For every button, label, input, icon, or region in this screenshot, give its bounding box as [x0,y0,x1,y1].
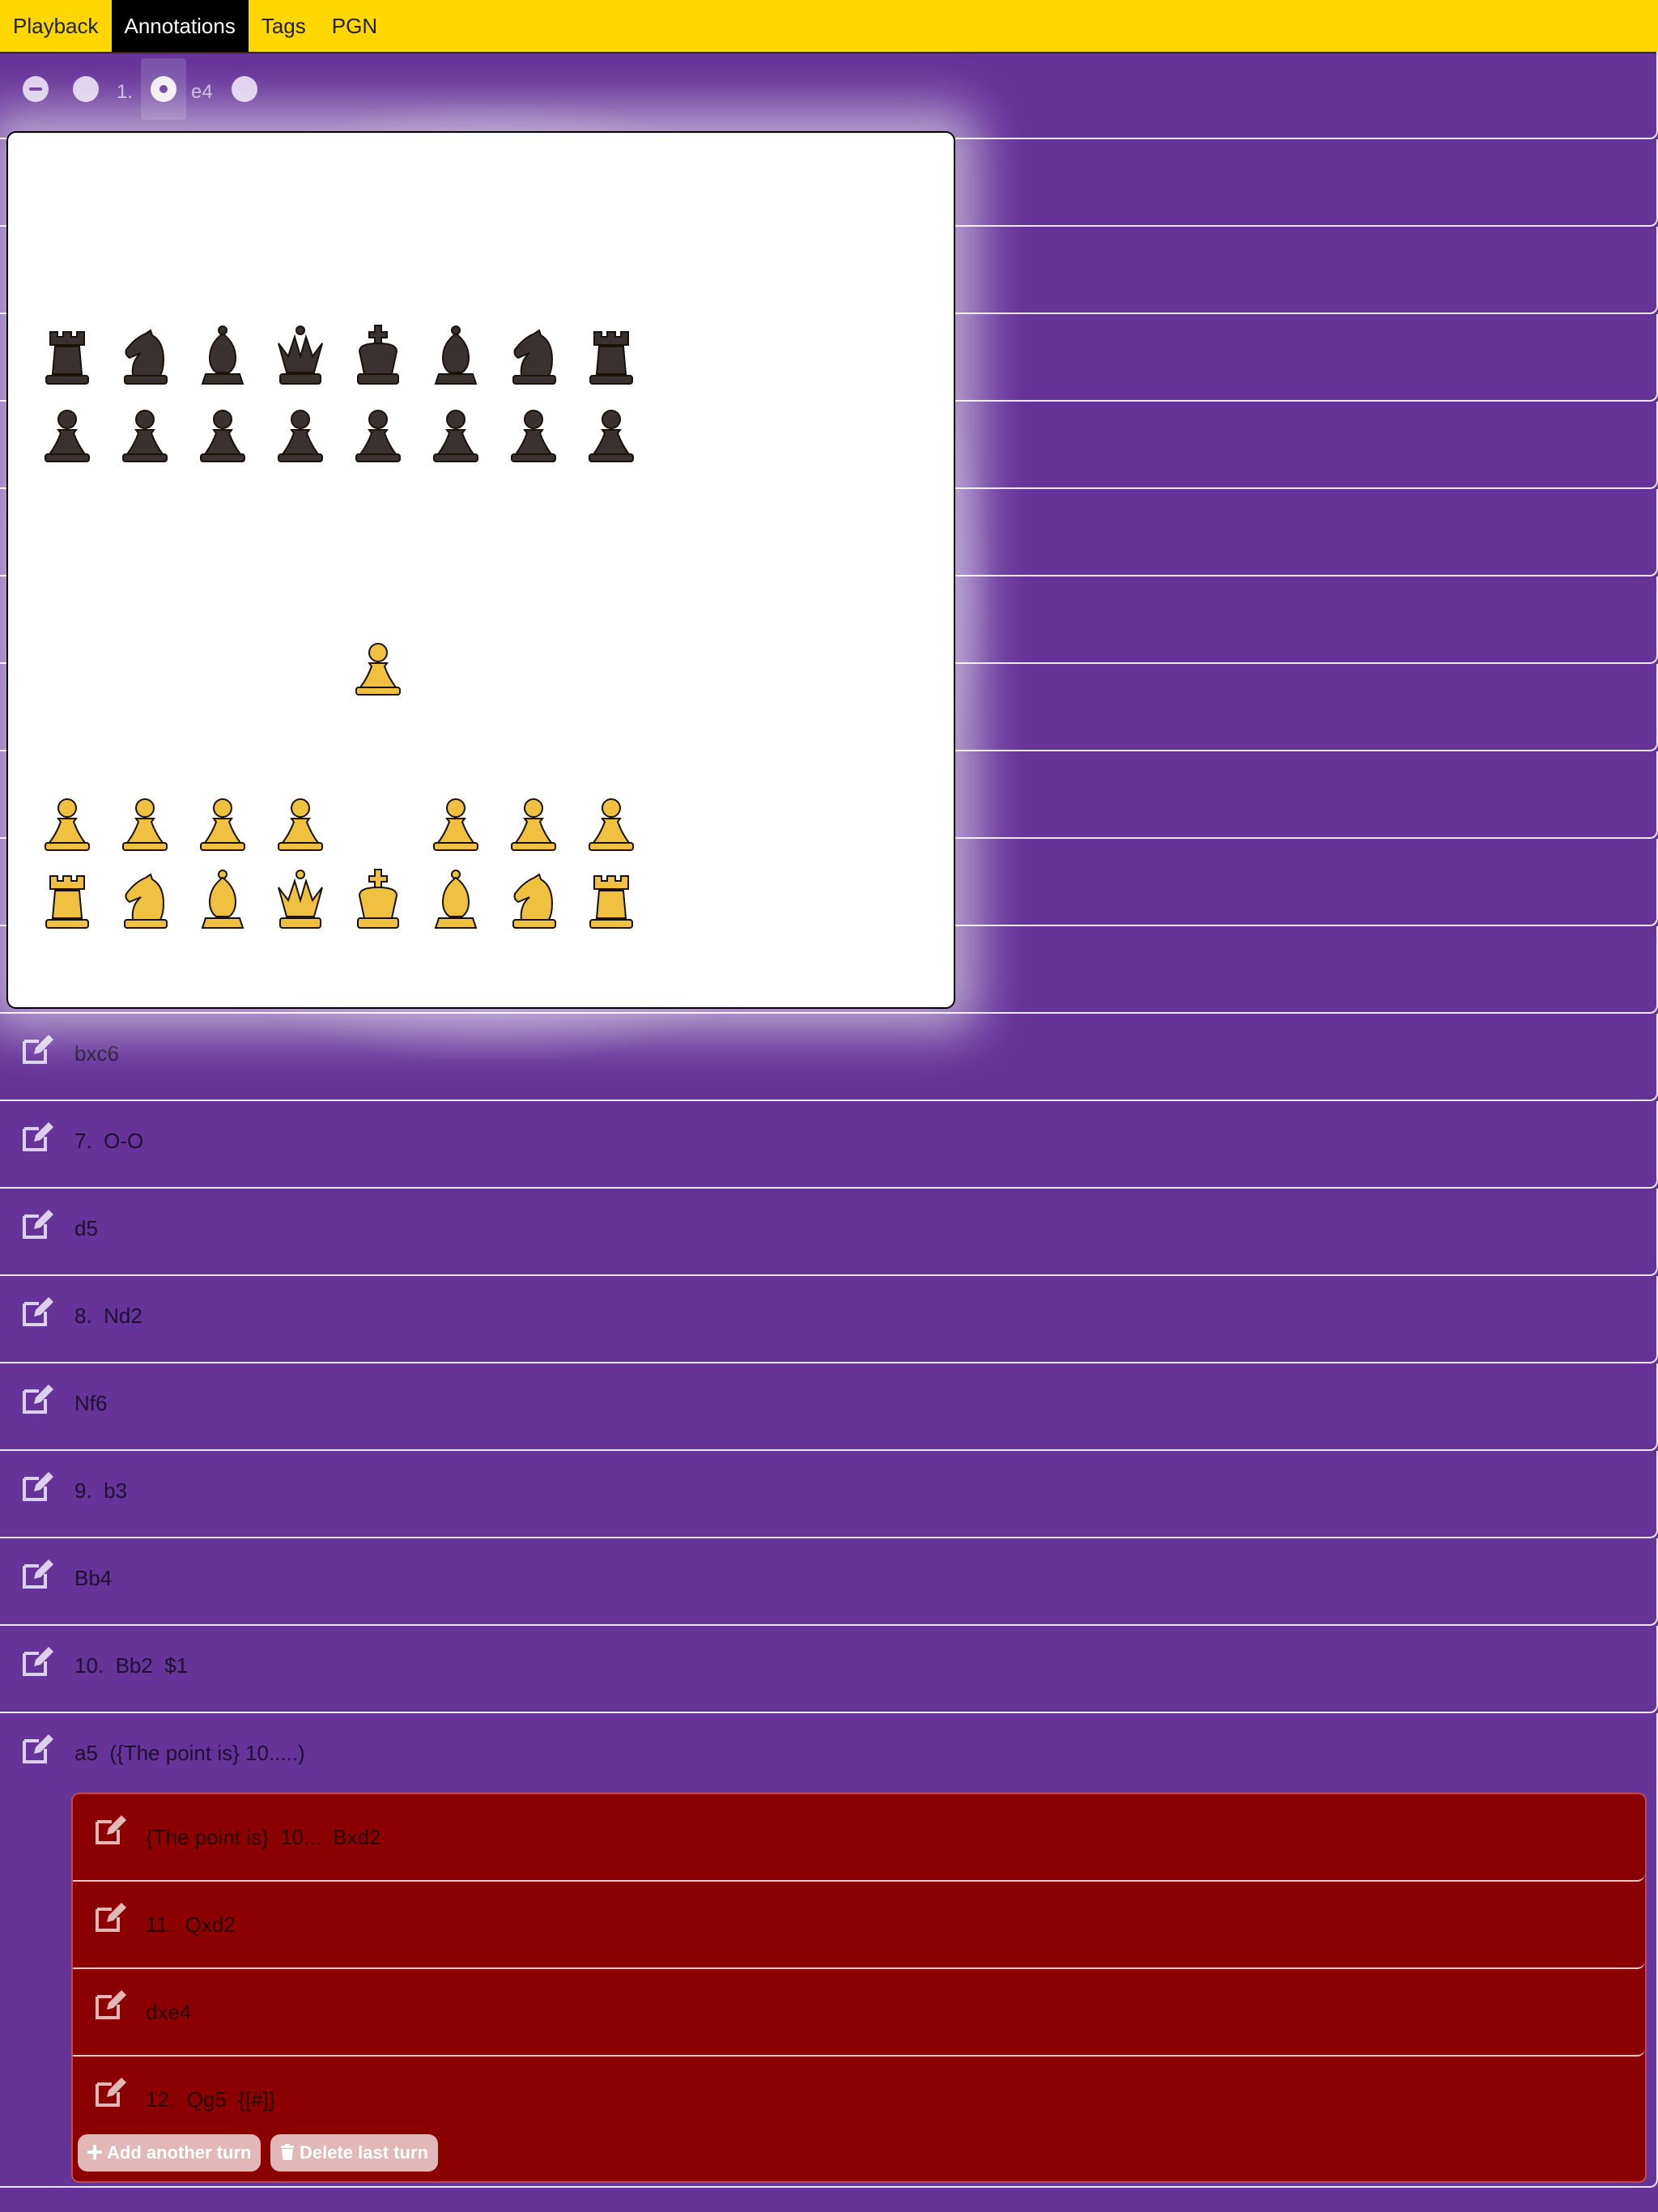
chess-board[interactable] [8,133,954,1007]
white-pawn-b2[interactable] [122,798,168,851]
move-text: 10. Bb2 $1 [74,1653,189,1678]
variation-move-text: 12. Qg5 {[#]} [146,2087,276,2112]
white-rook-a1[interactable] [45,875,89,929]
black-pawn-f7[interactable] [433,410,478,462]
white-rook-h1[interactable] [589,875,633,929]
white-bishop-f1[interactable] [434,870,478,929]
variation-move-text: {The point is} 10... Bxd2 [146,1825,381,1849]
variation-panel: {The point is} 10... Bxd2 11. Qxd2 dxe4 … [71,1793,1647,2183]
variation-move-text: dxe4 [146,2000,192,2024]
edit-icon[interactable] [21,1208,53,1240]
table-row: Nf6 [0,1363,1658,1451]
white-king-e1[interactable] [357,869,399,929]
table-row: 7. O-O [0,1101,1658,1189]
black-pawn-b7[interactable] [122,410,168,462]
black-pawn-c7[interactable] [200,410,245,462]
table-row: 8. Nd2 [0,1276,1658,1363]
add-turn-button[interactable]: Add another turn [78,2134,261,2172]
edit-icon[interactable] [21,1733,53,1765]
variation-row: 11. Qxd2 [73,1882,1645,1969]
black-knight-g8[interactable] [512,329,556,385]
variation-row: dxe4 [73,1969,1645,2057]
white-pawn-d2[interactable] [278,798,323,851]
table-row: Bb4 [0,1538,1658,1626]
black-king-e8[interactable] [357,325,399,385]
white-pawn-c2[interactable] [200,798,245,851]
move-text: d5 [74,1216,98,1240]
black-bishop-f8[interactable] [434,325,478,385]
black-rook-h8[interactable] [589,331,633,385]
add-turn-label: Add another turn [107,2142,252,2163]
black-bishop-c8[interactable] [201,325,244,385]
white-knight-g1[interactable] [512,873,556,929]
plus-icon [87,2145,102,2159]
move-text: 8. Nd2 [74,1304,142,1328]
edit-icon[interactable] [21,1470,53,1503]
tab-pgn[interactable]: PGN [319,0,390,52]
black-rook-a8[interactable] [45,331,89,385]
white-knight-b1[interactable] [124,873,168,929]
black-queen-d8[interactable] [278,325,323,385]
white-bishop-c1[interactable] [201,870,244,929]
edit-icon[interactable] [94,2076,126,2108]
variation-row: 12. Qg5 {[#]} [73,2057,1645,2129]
white-pawn-e4[interactable] [355,643,401,696]
move-text: a5 ({The point is} 10.....) [74,1741,305,1765]
move-text: 7. O-O [74,1129,144,1153]
black-pawn-g7[interactable] [511,410,556,462]
edit-icon[interactable] [21,1645,53,1678]
black-pawn-a7[interactable] [45,410,90,462]
tab-playback[interactable]: Playback [0,0,112,52]
white-pawn-h2[interactable] [589,798,634,851]
white-pawn-g2[interactable] [511,798,556,851]
delete-turn-label: Delete last turn [300,2142,428,2163]
table-row: d5 [0,1189,1658,1276]
black-pawn-h7[interactable] [589,410,634,462]
delete-turn-button[interactable]: Delete last turn [270,2134,438,2172]
edit-icon[interactable] [21,1558,53,1590]
variation-move-text: 11. Qxd2 [146,1912,236,1937]
move-text: 9. b3 [74,1478,128,1503]
white-pawn-a2[interactable] [45,798,90,851]
edit-icon[interactable] [21,1383,53,1415]
white-pawn-f2[interactable] [433,798,478,851]
chess-board-popup [6,131,955,1009]
white-queen-d1[interactable] [278,870,323,929]
top-nav: Playback Annotations Tags PGN [0,0,1658,53]
edit-icon[interactable] [21,1295,53,1328]
black-pawn-e7[interactable] [355,410,401,462]
edit-icon[interactable] [94,1901,126,1933]
edit-icon[interactable] [94,1814,126,1846]
move-text: Nf6 [74,1391,108,1415]
trash-icon [281,2144,294,2160]
black-knight-b8[interactable] [124,329,168,385]
variation-row: {The point is} 10... Bxd2 [73,1794,1645,1882]
tab-annotations[interactable]: Annotations [111,0,249,52]
tab-tags[interactable]: Tags [249,0,319,52]
black-pawn-d7[interactable] [278,410,323,462]
edit-icon[interactable] [21,1121,53,1153]
table-row: 10. Bb2 $1 [0,1626,1658,1713]
edit-icon[interactable] [94,1989,126,2021]
table-row: 9. b3 [0,1451,1658,1538]
move-text: Bb4 [74,1566,113,1590]
